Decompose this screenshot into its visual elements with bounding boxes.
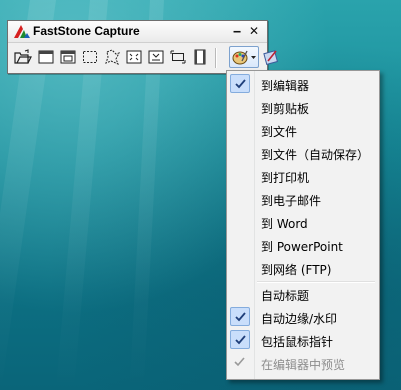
menu-item-label: 到文件 — [261, 125, 298, 139]
checkmark-icon — [235, 335, 246, 345]
menu-item-label: 自动标题 — [261, 289, 310, 303]
settings-icon — [263, 50, 278, 65]
capture-toolbar — [11, 46, 278, 70]
menu-item-label: 在编辑器中预览 — [261, 358, 346, 372]
window-title: FastStone Capture — [33, 24, 140, 38]
window-titlebar[interactable]: FastStone Capture ‒ ✕ — [8, 21, 267, 43]
menu-item-label: 到电子邮件 — [261, 194, 322, 208]
menu-item-to-printer[interactable]: 到打印机 — [229, 166, 377, 187]
faststone-capture-window: FastStone Capture ‒ ✕ — [7, 20, 278, 74]
checkmark-icon — [234, 357, 245, 367]
settings-button[interactable] — [261, 46, 281, 68]
capture-active-window-icon — [38, 50, 54, 64]
menu-item-label: 自动边缘/水印 — [261, 312, 338, 326]
menu-item-to-ftp[interactable]: 到网络 (FTP) — [229, 258, 377, 279]
capture-scrolling-window-button[interactable] — [146, 46, 166, 68]
menu-item-to-file-autosave[interactable]: 到文件（自动保存） — [229, 143, 377, 164]
menu-separator — [257, 281, 375, 283]
menu-item-to-email[interactable]: 到电子邮件 — [229, 189, 377, 210]
output-destination-menu: 到编辑器 到剪贴板 到文件 到文件（自动保存） 到打印机 到电子邮件 到 Wor… — [226, 70, 380, 380]
checkmark-icon — [235, 312, 246, 322]
checkmark-icon — [235, 79, 246, 89]
menu-item-label: 到 Word — [261, 217, 308, 231]
capture-full-screen-icon — [126, 50, 142, 64]
menu-item-auto-edge-watermark[interactable]: 自动边缘/水印 — [229, 307, 377, 328]
capture-window-object-button[interactable] — [58, 46, 78, 68]
menu-item-label: 到网络 (FTP) — [261, 263, 332, 277]
capture-window-object-icon — [60, 50, 76, 64]
menu-item-label: 到剪贴板 — [261, 102, 310, 116]
screen-recorder-button[interactable] — [190, 46, 210, 68]
output-destination-icon — [232, 50, 256, 65]
minimize-button[interactable]: ‒ — [230, 24, 244, 38]
capture-active-window-button[interactable] — [36, 46, 56, 68]
faststone-logo-icon — [13, 24, 31, 39]
capture-fixed-region-button[interactable] — [168, 46, 188, 68]
menu-item-label: 包括鼠标指针 — [261, 335, 334, 349]
menu-item-to-file[interactable]: 到文件 — [229, 120, 377, 141]
menu-item-to-powerpoint[interactable]: 到 PowerPoint — [229, 235, 377, 256]
output-destination-button[interactable] — [229, 46, 259, 68]
capture-freehand-region-icon — [105, 49, 120, 65]
checkbox-checked — [230, 330, 250, 349]
menu-item-label: 到编辑器 — [261, 79, 310, 93]
checkbox-checked — [230, 307, 250, 326]
menu-item-label: 到文件（自动保存） — [261, 148, 370, 162]
menu-item-to-word[interactable]: 到 Word — [229, 212, 377, 233]
menu-item-label: 到打印机 — [261, 171, 310, 185]
close-button[interactable]: ✕ — [247, 24, 261, 38]
menu-item-to-clipboard[interactable]: 到剪贴板 — [229, 97, 377, 118]
checkbox-checked — [230, 74, 250, 93]
menu-item-include-mouse-pointer[interactable]: 包括鼠标指针 — [229, 330, 377, 351]
checkbox-checked-disabled — [230, 353, 250, 372]
open-file-icon — [14, 49, 32, 64]
capture-freehand-region-button[interactable] — [102, 46, 122, 68]
capture-scrolling-window-icon — [148, 50, 164, 64]
menu-item-auto-caption[interactable]: 自动标题 — [229, 284, 377, 305]
capture-full-screen-button[interactable] — [124, 46, 144, 68]
open-file-button[interactable] — [13, 46, 33, 68]
menu-item-preview-in-editor: 在编辑器中预览 — [229, 353, 377, 374]
screen-recorder-icon — [194, 49, 206, 65]
menu-item-label: 到 PowerPoint — [261, 240, 343, 254]
menu-item-to-editor[interactable]: 到编辑器 — [229, 74, 377, 95]
capture-rectangular-region-button[interactable] — [80, 46, 100, 68]
toolbar-separator — [215, 48, 217, 68]
capture-rectangular-region-icon — [83, 51, 97, 63]
capture-fixed-region-icon — [170, 50, 186, 64]
